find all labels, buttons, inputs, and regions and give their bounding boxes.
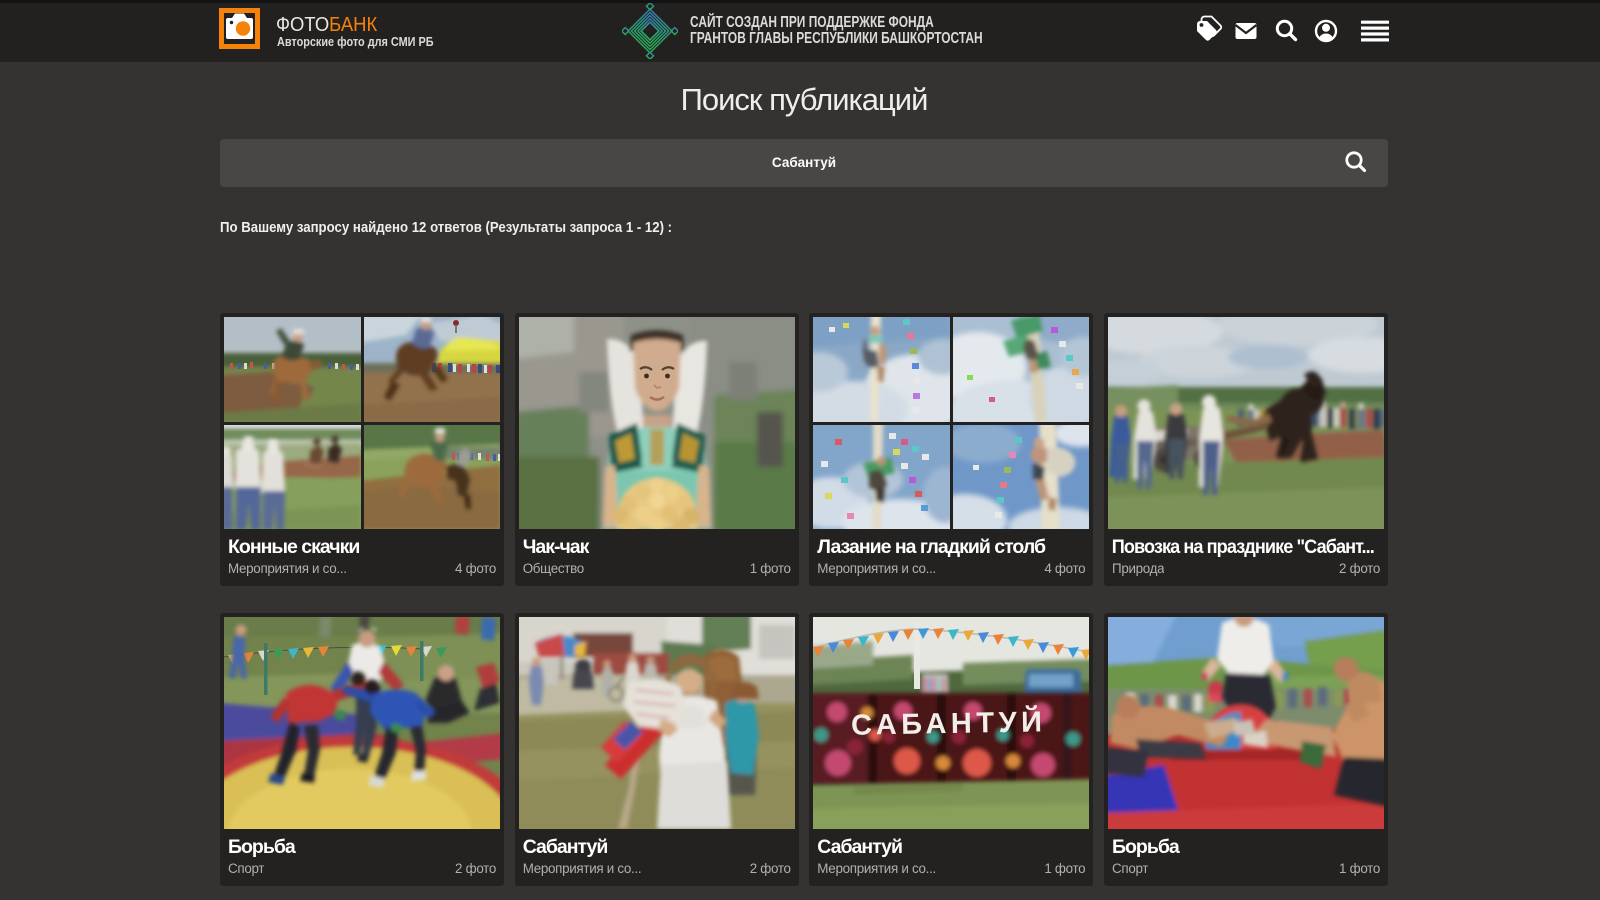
svg-text:САБАНТУЙ: САБАНТУЙ [851, 704, 1047, 741]
